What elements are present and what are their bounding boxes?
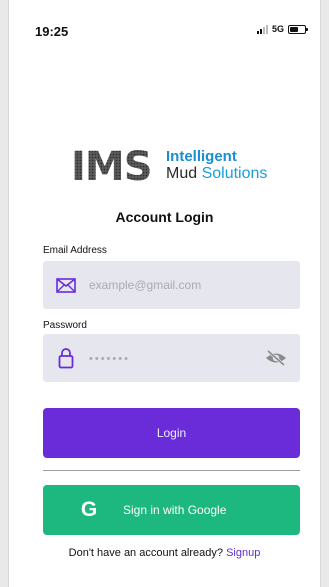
status-indicators: 5G: [256, 24, 308, 34]
password-field-container[interactable]: [43, 334, 300, 382]
app-logo: IMS Intelligent Mud Solutions: [70, 147, 267, 183]
ims-logo-mark: IMS: [70, 147, 158, 183]
logo-wordmark: Intelligent Mud Solutions: [166, 148, 267, 182]
status-bar: 19:25 5G: [9, 0, 320, 48]
eye-off-icon[interactable]: [264, 348, 288, 368]
status-time: 19:25: [35, 24, 69, 39]
signup-row: Don't have an account already? Signup: [9, 547, 320, 559]
battery-icon: [288, 24, 308, 34]
email-field-container[interactable]: [43, 261, 300, 309]
page-title: Account Login: [115, 209, 214, 225]
lock-icon: [55, 347, 77, 369]
network-type: 5G: [271, 24, 284, 34]
signup-link[interactable]: Signup: [226, 547, 260, 559]
logo-line-1: Intelligent: [166, 148, 237, 165]
signal-icon: [256, 24, 268, 34]
signup-prompt: Don't have an account already?: [68, 547, 224, 559]
email-input[interactable]: [89, 278, 300, 292]
logo-line-2: Mud Solutions: [166, 165, 268, 182]
password-label: Password: [43, 320, 87, 331]
login-button[interactable]: Login: [43, 408, 300, 458]
google-icon: G: [80, 498, 98, 521]
battery-level: [290, 26, 299, 32]
phone-screen: 19:25 5G IMS Intelligent Mud Solutions A…: [8, 0, 321, 587]
google-button-label: Sign in with Google: [123, 503, 227, 517]
envelope-icon: [55, 274, 77, 296]
divider: [43, 470, 300, 471]
svg-text:IMS: IMS: [71, 147, 152, 183]
google-sign-in-button[interactable]: G Sign in with Google: [43, 485, 300, 535]
password-input[interactable]: [89, 351, 264, 365]
email-label: Email Address: [43, 245, 107, 256]
